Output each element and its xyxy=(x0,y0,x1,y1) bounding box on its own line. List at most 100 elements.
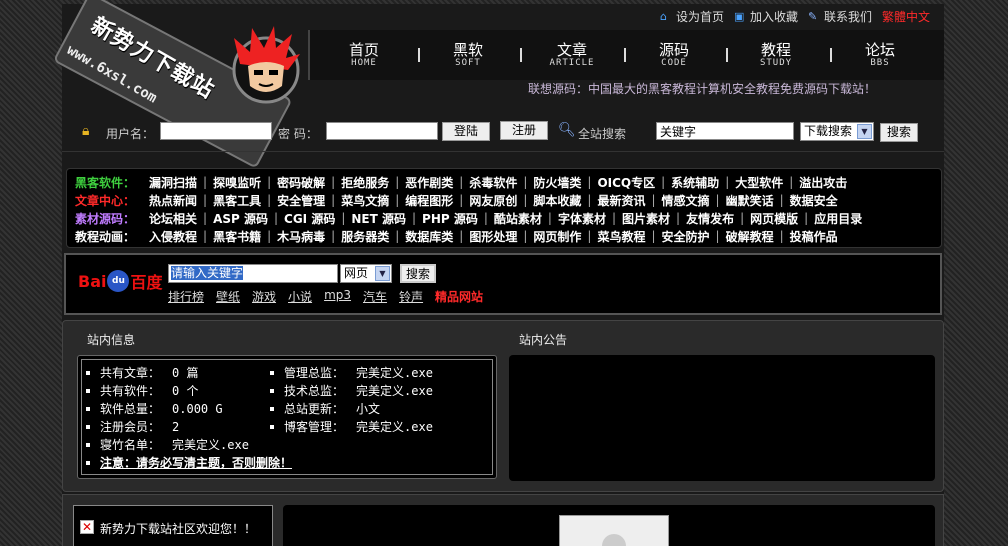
category-link[interactable]: 网页模版 xyxy=(750,210,798,227)
category-link[interactable]: OICQ专区 xyxy=(597,174,655,191)
category-link[interactable]: 编程图形 xyxy=(405,192,453,209)
search-type-select[interactable]: 下载搜索 ▼ xyxy=(800,122,874,141)
category-link[interactable]: ASP 源码 xyxy=(213,210,268,227)
category-link[interactable]: 木马病毒 xyxy=(277,228,325,245)
baidu-search-button[interactable]: 搜索 xyxy=(400,264,436,283)
category-link[interactable]: 数据安全 xyxy=(790,192,838,209)
link-separator: | xyxy=(779,193,784,207)
baidu-link-game[interactable]: 游戏 xyxy=(252,288,276,305)
link-separator: | xyxy=(395,175,400,189)
category-link[interactable]: 论坛相关 xyxy=(149,210,197,227)
nav-divider xyxy=(418,48,420,62)
link-separator: | xyxy=(267,175,272,189)
username-input[interactable] xyxy=(160,122,272,140)
baidu-link-rank[interactable]: 排行榜 xyxy=(168,288,204,305)
category-link[interactable]: 热点新闻 xyxy=(149,192,197,209)
nav-study[interactable]: 教程 STUDY xyxy=(736,42,816,68)
welcome-text: 新势力下载站社区欢迎您！！ xyxy=(100,522,257,536)
category-link[interactable]: 防火墙类 xyxy=(533,174,581,191)
category-link[interactable]: 字体素材 xyxy=(558,210,606,227)
category-link[interactable]: 黑客工具 xyxy=(213,192,261,209)
baidu-link-car[interactable]: 汽车 xyxy=(363,288,387,305)
baidu-link-novel[interactable]: 小说 xyxy=(288,288,312,305)
set-homepage-link[interactable]: ⌂ 设为首页 xyxy=(660,8,724,25)
nav-soft[interactable]: 黑软 SOFT xyxy=(428,42,508,68)
category-link[interactable]: 入侵教程 xyxy=(149,228,197,245)
nav-article-cn: 文章 xyxy=(556,41,587,59)
lock-icon: 🔒︎ xyxy=(82,123,90,139)
nav-article[interactable]: 文章 ARTICLE xyxy=(532,42,612,68)
category-link[interactable]: CGI 源码 xyxy=(284,210,335,227)
category-link[interactable]: 漏洞扫描 xyxy=(149,174,197,191)
category-link[interactable]: 服务器类 xyxy=(341,228,389,245)
keyword-input[interactable] xyxy=(656,122,794,140)
nav-code[interactable]: 源码 CODE xyxy=(634,42,714,68)
category-link[interactable]: 情感文摘 xyxy=(662,192,710,209)
info-row-members: 注册会员： 2 xyxy=(86,418,179,435)
category-link[interactable]: 友情发布 xyxy=(686,210,734,227)
category-link[interactable]: 酷站素材 xyxy=(494,210,542,227)
password-input[interactable] xyxy=(326,122,438,140)
register-button[interactable]: 注册 xyxy=(500,121,548,140)
category-link[interactable]: 破解教程 xyxy=(726,228,774,245)
category-link[interactable]: 拒绝服务 xyxy=(341,174,389,191)
link-separator: | xyxy=(341,211,346,225)
baidu-query-input[interactable]: 请输入关键字 xyxy=(168,264,338,283)
category-link[interactable]: 探嗅监听 xyxy=(213,174,261,191)
info-row-software: 共有软件： 0 个 xyxy=(86,382,198,399)
category-link[interactable]: 菜鸟教程 xyxy=(597,228,645,245)
category-link[interactable]: 数据库类 xyxy=(405,228,453,245)
baidu-link-ringtone[interactable]: 铃声 xyxy=(399,288,423,305)
category-link[interactable]: 图形处理 xyxy=(469,228,517,245)
baidu-link-hot-sites[interactable]: 精品网站 xyxy=(435,288,483,305)
bullet xyxy=(86,424,90,429)
info-value: 0 篇 xyxy=(172,366,199,380)
category-link[interactable]: 脚本收藏 xyxy=(533,192,581,209)
nav-home[interactable]: 首页 HOME xyxy=(324,42,404,68)
category-link[interactable]: 图片素材 xyxy=(622,210,670,227)
link-separator: | xyxy=(587,193,592,207)
category-link[interactable]: 菜鸟文摘 xyxy=(341,192,389,209)
category-link[interactable]: 黑客书籍 xyxy=(213,228,261,245)
baidu-scope-select[interactable]: 网页 ▼ xyxy=(340,264,392,283)
nav-bbs-en: BBS xyxy=(870,58,890,68)
category-link[interactable]: 大型软件 xyxy=(735,174,783,191)
info-key: 总站更新： xyxy=(284,402,345,416)
category-link[interactable]: 幽默笑话 xyxy=(726,192,774,209)
info-row-size: 软件总量： 0.000 G xyxy=(86,400,223,417)
link-separator: | xyxy=(789,175,794,189)
info-panels: 站内信息 站内公告 共有文章： 0 篇 共有软件： 0 个 软件总量： 0.000 G… xyxy=(62,320,944,492)
category-link[interactable]: 安全防护 xyxy=(662,228,710,245)
baidu-link-wallpaper[interactable]: 壁纸 xyxy=(216,288,240,305)
category-link[interactable]: 网页制作 xyxy=(533,228,581,245)
traditional-chinese-link[interactable]: 繁體中文 xyxy=(882,8,930,25)
category-link[interactable]: 网友原创 xyxy=(469,192,517,209)
add-favorite-link[interactable]: ▣ 加入收藏 xyxy=(734,8,798,25)
nav-soft-en: SOFT xyxy=(455,58,481,68)
category-label: 教程动画： xyxy=(75,229,136,244)
contact-link[interactable]: ✎ 联系我们 xyxy=(808,8,872,25)
login-button[interactable]: 登陆 xyxy=(442,122,490,141)
category-link[interactable]: PHP 源码 xyxy=(422,210,478,227)
category-link[interactable]: 应用目录 xyxy=(814,210,862,227)
category-link[interactable]: 安全管理 xyxy=(277,192,325,209)
notice-link[interactable]: 注意：请务必写清主题，否则删除！ xyxy=(100,454,292,471)
category-link[interactable]: 系统辅助 xyxy=(671,174,719,191)
category-link[interactable]: NET 源码 xyxy=(351,210,406,227)
link-separator: | xyxy=(331,193,336,207)
category-link[interactable]: 密码破解 xyxy=(277,174,325,191)
category-row: 黑客软件： 漏洞扫描 | 探嗅监听 | 密码破解 | 拒绝服务 | 恶作剧类 | 杀毒软件 | 防火墙类 |… xyxy=(75,173,847,191)
category-link[interactable]: 投稿作品 xyxy=(790,228,838,245)
category-link[interactable]: 溢出攻击 xyxy=(799,174,847,191)
baidu-link-mp3[interactable]: mp3 xyxy=(324,288,351,305)
folder-icon: ▣ xyxy=(733,9,745,23)
category-link[interactable]: 最新资讯 xyxy=(597,192,645,209)
info-value: 2 xyxy=(172,419,180,434)
search-button[interactable]: 搜索 xyxy=(880,123,918,142)
nav-bbs[interactable]: 论坛 BBS xyxy=(840,42,920,68)
category-link[interactable]: 杀毒软件 xyxy=(469,174,517,191)
category-link[interactable]: 恶作剧类 xyxy=(405,174,453,191)
baidu-logo[interactable]: Bai du 百度 xyxy=(78,269,163,293)
site-logo[interactable]: 新势力下载站 www.6xsl.com xyxy=(52,0,312,169)
broken-image-icon: ✕ xyxy=(80,520,94,534)
